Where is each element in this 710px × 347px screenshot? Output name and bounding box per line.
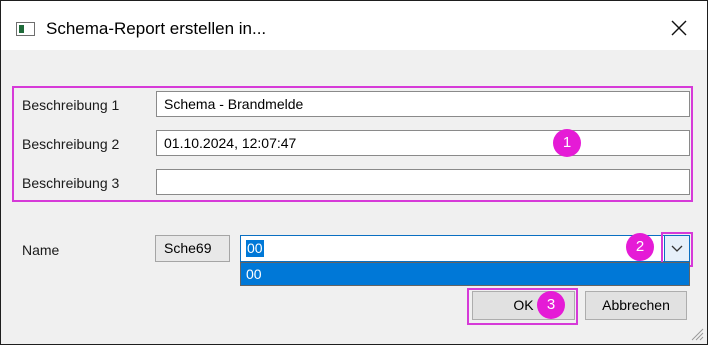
marker-badge-1: 1 [553,129,581,157]
close-icon[interactable] [663,12,695,44]
name-dropdown-list: 00 [240,262,690,286]
name-label: Name [22,242,60,258]
description-2-input[interactable]: 01.10.2024, 12:07:47 [156,130,690,156]
description-1-label: Beschreibung 1 [22,97,120,113]
name-prefix: Sche69 [155,235,230,262]
description-3-label: Beschreibung 3 [22,175,120,191]
app-window-icon [16,22,35,36]
dialog-title: Schema-Report erstellen in... [46,19,267,38]
title-bar: Schema-Report erstellen in... [1,1,707,50]
description-3-input[interactable] [156,169,690,195]
resize-grip-icon[interactable] [688,325,704,341]
marker-badge-3: 3 [537,291,565,319]
marker-badge-2: 2 [626,233,654,261]
description-2-label: Beschreibung 2 [22,136,120,152]
description-1-input[interactable]: Schema - Brandmelde [156,91,690,117]
name-combobox-value[interactable]: 00 [246,240,264,257]
dropdown-option[interactable]: 00 [241,263,689,285]
cancel-button[interactable]: Abbrechen [585,291,687,320]
name-combobox[interactable]: 00 [240,235,690,262]
